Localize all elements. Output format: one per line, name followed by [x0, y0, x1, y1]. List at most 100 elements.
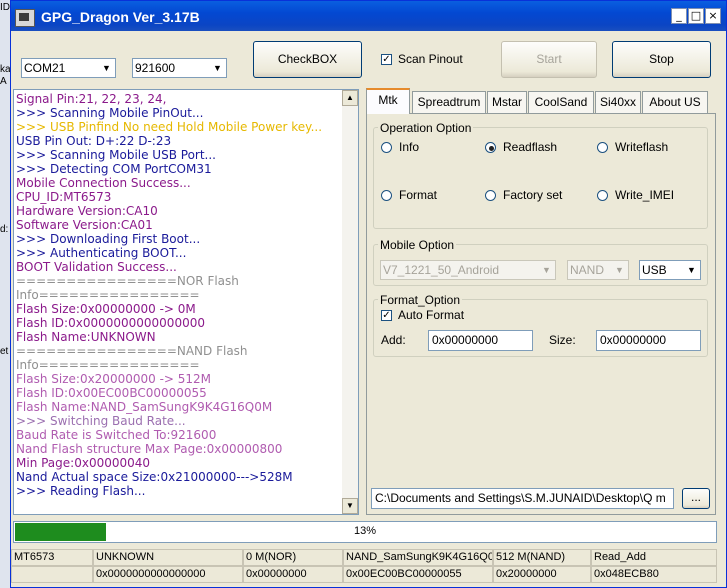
chevron-down-icon: ▼ [210, 60, 225, 76]
log-line: CPU_ID:MT6573 [16, 190, 112, 204]
scroll-up-icon[interactable]: ▲ [342, 90, 358, 106]
log-line: >>> Scanning Mobile PinOut... [16, 106, 204, 120]
app-icon [15, 9, 35, 27]
log-output[interactable]: Signal Pin:21, 22, 23, 24, >>> Scanning M… [13, 89, 359, 515]
log-line: Hardware Version:CA10 [16, 204, 158, 218]
log-line: BOOT Validation Success... [16, 260, 177, 274]
tab-mtk[interactable]: Mtk [366, 88, 410, 114]
status-cell: MT6573 [11, 549, 93, 566]
status-cell: Read_Add [591, 549, 717, 566]
tab-spreadtrum[interactable]: Spreadtrum [412, 91, 486, 113]
log-line: Flash Name:UNKNOWN [16, 330, 156, 344]
baud-select-value: 921600 [135, 61, 176, 75]
format-option-title: Format_Option [378, 293, 463, 307]
status-cell: 0x048ECB80 [591, 566, 717, 583]
add-label: Add: [381, 333, 406, 347]
status-cell: 0x0000000000000000 [93, 566, 243, 583]
tab-about-us[interactable]: About US [642, 91, 708, 113]
write-imei-label: Write_IMEI [615, 188, 675, 202]
log-line: >>> Scanning Mobile USB Port... [16, 148, 216, 162]
factory-set-radio[interactable] [485, 190, 496, 201]
mobile-option-title: Mobile Option [378, 238, 457, 252]
minimize-button[interactable]: _ [671, 8, 687, 24]
maximize-button[interactable]: □ [688, 8, 704, 24]
tab-coolsand[interactable]: CoolSand [528, 91, 594, 113]
tab-si40xx[interactable]: Si40xx [595, 91, 641, 113]
model-select[interactable]: V7_1221_50_Android ▼ [380, 260, 556, 280]
log-scrollbar[interactable]: ▲ ▼ [342, 90, 358, 514]
flash-type-select[interactable]: NAND ▼ [567, 260, 629, 280]
log-line: Baud Rate is Switched To:921600 [16, 428, 217, 442]
log-line: USB Pin Out: D+:22 D-:23 [16, 134, 172, 148]
baud-select[interactable]: 921600 ▼ [132, 58, 227, 78]
checkbox-button[interactable]: CheckBOX [253, 41, 362, 78]
log-line: Flash ID:0x00EC00BC00000055 [16, 386, 207, 400]
log-line: >>> Switching Baud Rate... [16, 414, 186, 428]
readflash-label: Readflash [503, 140, 558, 154]
window-title: GPG_Dragon Ver_3.17B [41, 9, 200, 25]
log-line: Info================ [16, 288, 200, 302]
start-button[interactable]: Start [501, 41, 597, 78]
info-label: Info [399, 140, 420, 154]
progress-label: 13% [353, 525, 377, 537]
app-window: GPG_Dragon Ver_3.17B _ □ × COM21 ▼ 92160… [10, 0, 727, 588]
log-line: ================NOR Flash [16, 274, 239, 288]
status-cell: 0x00EC00BC00000055 [343, 566, 493, 583]
format-label: Format [399, 188, 438, 202]
chevron-down-icon: ▼ [539, 262, 554, 278]
model-select-value: V7_1221_50_Android [383, 263, 500, 277]
flash-type-select-value: NAND [570, 263, 605, 277]
log-line: Nand Flash structure Max Page:0x00000800 [16, 442, 283, 456]
file-path-input[interactable]: C:\Documents and Settings\S.M.JUNAID\Des… [371, 488, 674, 509]
operation-option-title: Operation Option [378, 121, 474, 135]
info-radio[interactable] [381, 142, 392, 153]
port-select[interactable]: COM21 ▼ [21, 58, 116, 78]
scan-pinout-label: Scan Pinout [398, 52, 463, 66]
log-line: Software Version:CA01 [16, 218, 153, 232]
log-line: Flash ID:0x0000000000000000 [16, 316, 205, 330]
format-radio[interactable] [381, 190, 392, 201]
status-cell: UNKNOWN [93, 549, 243, 566]
title-bar[interactable]: GPG_Dragon Ver_3.17B _ □ × [11, 1, 726, 31]
log-line: >>> Detecting COM PortCOM31 [16, 162, 212, 176]
factory-set-label: Factory set [503, 188, 563, 202]
readflash-radio[interactable] [485, 142, 496, 153]
writeflash-label: Writeflash [615, 140, 669, 154]
status-cell: 512 M(NAND) [493, 549, 591, 566]
log-line: Nand Actual space Size:0x21000000--->528… [16, 470, 293, 484]
chevron-down-icon: ▼ [612, 262, 627, 278]
status-cell [11, 566, 93, 583]
chevron-down-icon: ▼ [684, 262, 699, 278]
close-button[interactable]: × [705, 8, 721, 24]
log-line: Info================ [16, 358, 200, 372]
chevron-down-icon: ▼ [99, 60, 114, 76]
status-cell: 0x20000000 [493, 566, 591, 583]
log-line: Flash Name:NAND_SamSungK9K4G16Q0M [16, 400, 273, 414]
log-line: Flash Size:0x00000000 -> 0M [16, 302, 196, 316]
size-input[interactable]: 0x00000000 [596, 330, 701, 351]
status-cell: 0x00000000 [243, 566, 343, 583]
tab-mstar[interactable]: Mstar [487, 91, 527, 113]
log-line: >>> USB Pinfind No need Hold Mobile Powe… [16, 120, 323, 134]
scroll-down-icon[interactable]: ▼ [342, 498, 358, 514]
connection-select[interactable]: USB ▼ [639, 260, 701, 280]
scan-pinout-checkbox[interactable]: ✓ [381, 54, 392, 65]
log-line: ================NAND Flash [16, 344, 248, 358]
stop-button[interactable]: Stop [612, 41, 711, 78]
status-cell: NAND_SamSungK9K4G16Q0M [343, 549, 493, 566]
log-line: Flash Size:0x20000000 -> 512M [16, 372, 212, 386]
log-line: >>> Downloading First Boot... [16, 232, 201, 246]
add-input[interactable]: 0x00000000 [428, 330, 533, 351]
log-line: Mobile Connection Success... [16, 176, 191, 190]
port-select-value: COM21 [24, 61, 66, 75]
writeflash-radio[interactable] [597, 142, 608, 153]
size-label: Size: [549, 333, 576, 347]
log-line: >>> Authenticating BOOT... [16, 246, 187, 260]
log-line: >>> Reading Flash... [16, 484, 146, 498]
write-imei-radio[interactable] [597, 190, 608, 201]
auto-format-checkbox[interactable]: ✓ [381, 310, 392, 321]
log-line: Min Page:0x00000040 [16, 456, 151, 470]
auto-format-label: Auto Format [398, 308, 465, 322]
browse-button[interactable]: ... [682, 488, 710, 509]
status-cell: 0 M(NOR) [243, 549, 343, 566]
